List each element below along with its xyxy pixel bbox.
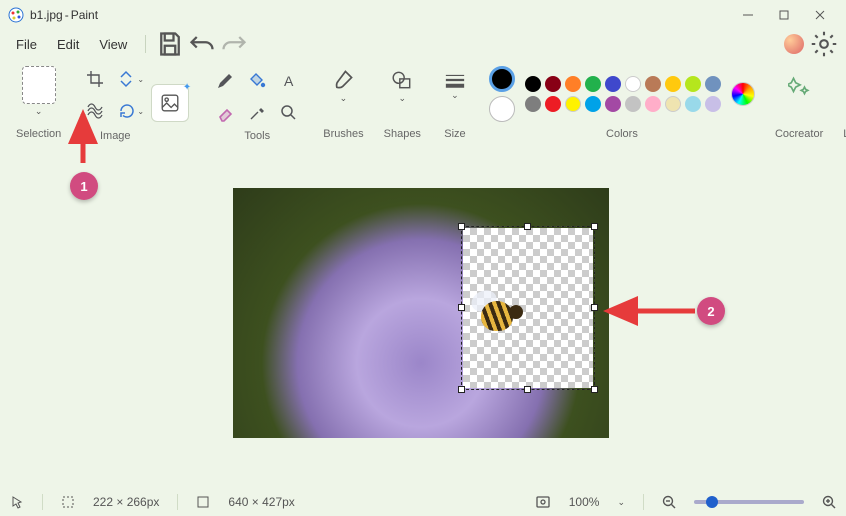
color-1[interactable] <box>489 66 515 92</box>
handle-w[interactable] <box>458 304 465 311</box>
zoom-slider-knob[interactable] <box>706 496 718 508</box>
user-avatar[interactable] <box>784 34 804 54</box>
pencil-icon[interactable] <box>211 67 239 95</box>
selection-dropdown[interactable]: ⌄ <box>35 106 43 117</box>
svg-text:A: A <box>284 73 294 89</box>
zoom-value: 100% <box>569 495 600 509</box>
zoom-in-icon[interactable] <box>822 495 836 509</box>
handle-se[interactable] <box>591 386 598 393</box>
canvas[interactable] <box>233 188 609 438</box>
menu-view[interactable]: View <box>91 34 135 55</box>
group-shapes: ⌄ Shapes <box>374 62 431 144</box>
handle-s[interactable] <box>524 386 531 393</box>
color-swatch[interactable] <box>625 76 641 92</box>
selection-size-icon <box>61 495 75 509</box>
group-tools: A Tools <box>201 62 313 144</box>
rotate-icon[interactable]: ⌄ <box>113 97 149 125</box>
group-size: ⌄ Size <box>431 62 479 144</box>
color-swatch[interactable] <box>665 96 681 112</box>
handle-e[interactable] <box>591 304 598 311</box>
minimize-button[interactable] <box>730 1 766 29</box>
fit-screen-icon[interactable] <box>535 494 551 510</box>
annotation-arrow-2 <box>600 296 700 326</box>
color-swatch[interactable] <box>645 96 661 112</box>
zoom-slider[interactable] <box>694 500 804 504</box>
color-swatch[interactable] <box>565 76 581 92</box>
group-layers: Layers <box>833 62 846 144</box>
color-swatch[interactable] <box>585 96 601 112</box>
color-swatch[interactable] <box>685 76 701 92</box>
menubar: File Edit View <box>0 30 846 58</box>
maximize-button[interactable] <box>766 1 802 29</box>
resize-icon[interactable]: ⌄ <box>113 65 149 93</box>
handle-nw[interactable] <box>458 223 465 230</box>
color-swatch[interactable] <box>605 96 621 112</box>
color-picker-icon[interactable] <box>243 99 271 127</box>
title-app: Paint <box>71 8 98 22</box>
color-swatch[interactable] <box>705 76 721 92</box>
color-swatch[interactable] <box>665 76 681 92</box>
callout-2: 2 <box>697 297 725 325</box>
color-swatch[interactable] <box>685 96 701 112</box>
eraser-icon[interactable] <box>211 99 239 127</box>
titlebar: b1.jpg - Paint <box>0 0 846 30</box>
group-brushes: ⌄ Brushes <box>313 62 373 144</box>
zoom-dropdown[interactable]: ⌄ <box>617 497 625 508</box>
crop-icon[interactable] <box>81 65 109 93</box>
redo-icon[interactable] <box>220 31 248 57</box>
zoom-out-icon[interactable] <box>662 495 676 509</box>
paint-app-icon <box>8 7 24 23</box>
color-swatch[interactable] <box>605 76 621 92</box>
fill-icon[interactable] <box>243 67 271 95</box>
color-swatch[interactable] <box>645 76 661 92</box>
color-swatch[interactable] <box>705 96 721 112</box>
handle-sw[interactable] <box>458 386 465 393</box>
menu-file[interactable]: File <box>8 34 45 55</box>
settings-icon[interactable] <box>810 31 838 57</box>
color-swatch[interactable] <box>545 96 561 112</box>
selection-size: 222 × 266px <box>93 495 159 509</box>
edit-colors-icon[interactable] <box>731 82 755 106</box>
selection-rectangle[interactable] <box>461 226 595 390</box>
color-2[interactable] <box>489 96 515 122</box>
annotation-arrow-1 <box>68 108 98 168</box>
color-swatch[interactable] <box>585 76 601 92</box>
text-icon[interactable]: A <box>275 67 303 95</box>
magnifier-icon[interactable] <box>275 99 303 127</box>
size-button[interactable]: ⌄ <box>441 66 469 106</box>
menu-edit[interactable]: Edit <box>49 34 87 55</box>
cocreator-button[interactable] <box>785 66 813 106</box>
canvas-size: 640 × 427px <box>228 495 294 509</box>
remove-background-icon[interactable] <box>151 84 189 122</box>
color-swatch[interactable] <box>565 96 581 112</box>
color-swatch[interactable] <box>525 76 541 92</box>
color-swatch[interactable] <box>525 96 541 112</box>
color-palette <box>525 76 721 112</box>
save-icon[interactable] <box>156 31 184 57</box>
color-swatch[interactable] <box>545 76 561 92</box>
handle-n[interactable] <box>524 223 531 230</box>
title-filename: b1.jpg <box>30 8 63 22</box>
group-selection: ⌄ Selection <box>6 62 71 144</box>
group-colors: Colors <box>479 62 765 144</box>
canvas-size-icon <box>196 495 210 509</box>
color-swatch[interactable] <box>625 96 641 112</box>
brushes-button[interactable]: ⌄ <box>329 66 357 106</box>
cursor-pos-icon <box>10 495 24 509</box>
group-cocreator: Cocreator <box>765 62 833 144</box>
selection-tool[interactable] <box>22 66 56 104</box>
callout-1: 1 <box>70 172 98 200</box>
handle-ne[interactable] <box>591 223 598 230</box>
undo-icon[interactable] <box>188 31 216 57</box>
close-button[interactable] <box>802 1 838 29</box>
ribbon: ⌄ Selection ⌄ ⌄ Image A Tools ⌄ Brushes <box>0 58 846 148</box>
statusbar: 222 × 266px 640 × 427px 100% ⌄ <box>0 488 846 516</box>
shapes-button[interactable]: ⌄ <box>388 66 416 106</box>
